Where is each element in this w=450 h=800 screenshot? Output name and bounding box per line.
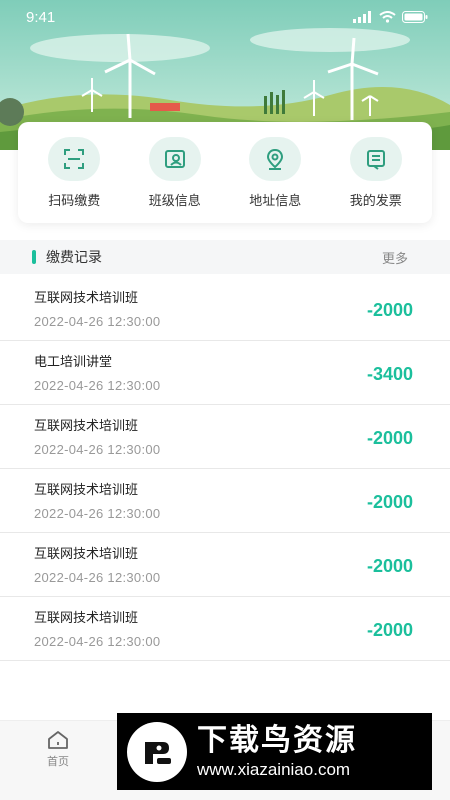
record-amount: -2000: [366, 428, 413, 448]
record-time: 2022-04-26 12:30:00: [34, 634, 161, 649]
record-time: 2022-04-26 12:30:00: [34, 570, 161, 585]
bird-logo-icon: [127, 721, 187, 782]
status-bar: 9:41: [0, 0, 450, 34]
list-item[interactable]: 互联网技术培训班 2022-04-26 12:30:00 -2000: [0, 469, 450, 533]
watermark-url: www.xiazainiao.com: [197, 759, 351, 779]
invoice-icon: [349, 136, 402, 181]
record-name: 互联网技术培训班: [34, 611, 139, 626]
quick-action-address-info[interactable]: 地址信息: [227, 136, 323, 209]
record-amount: -2000: [366, 620, 413, 640]
list-item[interactable]: 电工培训讲堂 2022-04-26 12:30:00 -3400: [0, 341, 450, 405]
more-link[interactable]: 更多: [382, 248, 408, 267]
status-icons: [353, 11, 428, 23]
record-name: 电工培训讲堂: [34, 355, 113, 370]
quick-action-label: 扫码缴费: [48, 193, 101, 209]
quick-actions-card: 扫码缴费 班级信息 地址信息 我的发票: [18, 122, 432, 223]
watermark-title: 下载鸟资源: [197, 722, 357, 758]
record-time: 2022-04-26 12:30:00: [34, 378, 161, 393]
record-amount: -2000: [366, 492, 413, 512]
tab-home-label: 首页: [47, 755, 69, 768]
location-pin-icon: [249, 136, 302, 181]
record-name: 互联网技术培训班: [34, 483, 139, 498]
quick-action-my-invoice[interactable]: 我的发票: [328, 136, 424, 209]
scan-icon: [48, 136, 101, 181]
section-title-group: 缴费记录: [32, 247, 102, 267]
record-name: 互联网技术培训班: [34, 547, 139, 562]
list-item[interactable]: 互联网技术培训班 2022-04-26 12:30:00 -2000: [0, 277, 450, 341]
quick-action-scan-pay[interactable]: 扫码缴费: [26, 136, 122, 209]
record-time: 2022-04-26 12:30:00: [34, 506, 161, 521]
id-card-icon: [148, 136, 201, 181]
payment-records-header: 缴费记录 更多: [0, 240, 450, 274]
record-amount: -2000: [366, 556, 413, 576]
quick-action-label: 地址信息: [249, 193, 302, 209]
list-item[interactable]: 互联网技术培训班 2022-04-26 12:30:00 -2000: [0, 597, 450, 661]
watermark-text: 下载鸟资源 www.xiazainiao.com: [197, 723, 357, 781]
payment-records-list: 互联网技术培训班 2022-04-26 12:30:00 -2000 电工培训讲…: [0, 277, 450, 661]
record-time: 2022-04-26 12:30:00: [34, 314, 161, 329]
record-amount: -2000: [366, 300, 413, 320]
list-item[interactable]: 互联网技术培训班 2022-04-26 12:30:00 -2000: [0, 405, 450, 469]
signal-icon: [353, 11, 371, 23]
home-icon: [48, 731, 68, 749]
record-name: 互联网技术培训班: [34, 291, 139, 306]
section-title: 缴费记录: [46, 250, 102, 266]
battery-icon: [402, 11, 428, 23]
quick-action-label: 班级信息: [148, 193, 201, 209]
section-accent-bar: [32, 250, 36, 264]
status-time: 9:41: [26, 8, 56, 26]
wifi-icon: [379, 11, 396, 23]
list-item[interactable]: 互联网技术培训班 2022-04-26 12:30:00 -2000: [0, 533, 450, 597]
quick-action-class-info[interactable]: 班级信息: [127, 136, 223, 209]
record-amount: -3400: [366, 364, 413, 384]
quick-action-label: 我的发票: [349, 193, 402, 209]
watermark-banner: 下载鸟资源 www.xiazainiao.com: [117, 713, 432, 790]
record-time: 2022-04-26 12:30:00: [34, 442, 161, 457]
tab-home[interactable]: 首页: [38, 729, 78, 769]
record-name: 互联网技术培训班: [34, 419, 139, 434]
